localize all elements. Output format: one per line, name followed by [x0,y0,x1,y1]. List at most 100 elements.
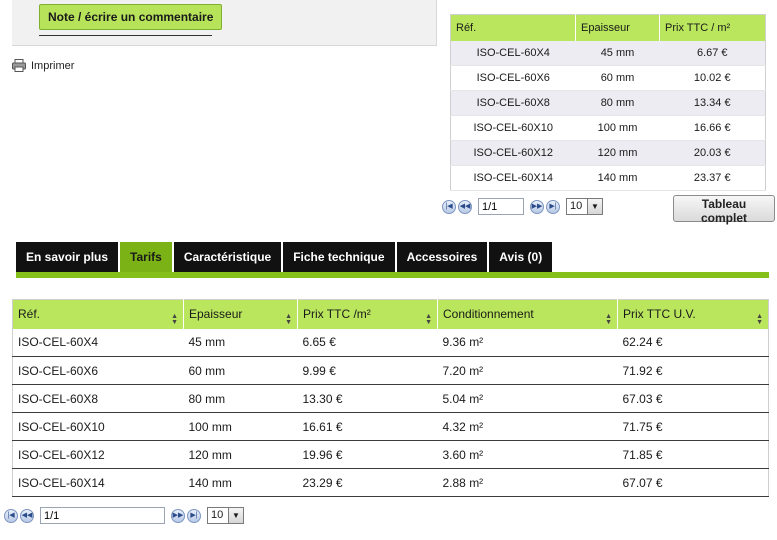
table-cell: 3.60 m² [437,440,618,469]
table-cell: ISO-CEL-60X12 [12,440,184,469]
chevron-down-icon: ▼ [587,199,602,214]
last-page-icon[interactable]: ▶| [187,508,201,523]
per-page-select[interactable]: 10 ▼ [566,198,603,215]
divider [39,35,212,36]
table-row: ISO-CEL-60X14 140 mm 23.37 € [450,165,766,191]
table-cell: 23.29 € [297,468,438,497]
tab-bar: En savoir plus Tarifs Caractéristique Fiche… [16,242,554,272]
table-cell: 80 mm [183,384,298,413]
table-cell: 100 mm [575,115,660,141]
sort-icon: ▲ ▼ [285,312,292,326]
printer-icon [12,59,26,72]
first-page-icon[interactable]: |◀ [442,199,456,214]
table-row: ISO-CEL-60X10 100 mm 16.61 €4.32 m² 71.75 € [12,412,769,441]
write-review-button[interactable]: Note / écrire un commentaire [39,4,223,30]
prev-page-icon[interactable]: ◀◀ [458,199,472,214]
review-panel: Note / écrire un commentaire [12,0,437,46]
full-table-button[interactable]: Tableau complet [673,195,775,225]
per-page-value: 10 [570,200,583,212]
tab-underline [16,272,769,278]
table-cell: ISO-CEL-60X8 [12,384,184,413]
table-cell: 60 mm [183,356,298,385]
table-cell: 100 mm [183,412,298,441]
table-cell: 71.92 € [617,356,769,385]
sort-icon: ▲ ▼ [605,312,612,326]
table-cell: 45 mm [575,40,660,66]
price-table: Réf. ▲ ▼ Epaisseur ▲ ▼ Prix TTC /m² ▲ ▼ Condit… [12,299,769,497]
table-cell: 19.96 € [297,440,438,469]
next-page-icon[interactable]: ▶▶ [530,199,544,214]
tab-4[interactable]: Accessoires [396,242,488,272]
table-cell: 71.75 € [617,412,769,441]
tab-2[interactable]: Caractéristique [173,242,282,272]
table-row: ISO-CEL-60X8 80 mm 13.30 €5.04 m² 67.03 € [12,384,769,413]
table-cell: ISO-CEL-60X12 [450,140,576,166]
chevron-down-icon: ▼ [228,508,243,523]
col-prix-uv[interactable]: Prix TTC U.V. ▲ ▼ [617,299,769,329]
col-prix[interactable]: Prix TTC / m² [659,14,766,41]
table-cell: 62.24 € [617,328,769,357]
table-cell: ISO-CEL-60X14 [450,165,576,191]
tab-3[interactable]: Fiche technique [283,242,395,272]
table-cell: ISO-CEL-60X6 [450,65,576,91]
table-cell: 80 mm [575,90,660,116]
table-row: ISO-CEL-60X4 45 mm 6.65 €9.36 m² 62.24 € [12,328,769,357]
small-table-pager: |◀ ◀◀ ▶▶ ▶| 10 ▼ [442,198,603,215]
prev-page-icon[interactable]: ◀◀ [20,508,34,523]
tab-5[interactable]: Avis (0) [489,242,553,272]
print-link[interactable]: Imprimer [12,59,74,72]
table-cell: 6.67 € [659,40,766,66]
table-cell: 5.04 m² [437,384,618,413]
table-cell: ISO-CEL-60X14 [12,468,184,497]
print-label: Imprimer [31,59,75,72]
per-page-value: 10 [211,509,224,521]
tab-1[interactable]: Tarifs [120,242,172,272]
table-cell: 16.61 € [297,412,438,441]
last-page-icon[interactable]: ▶| [546,199,560,214]
table-row: ISO-CEL-60X6 60 mm 10.02 € [450,65,766,91]
table-cell: ISO-CEL-60X8 [450,90,576,116]
sort-icon: ▲ ▼ [756,312,763,326]
table-row: ISO-CEL-60X6 60 mm 9.99 €7.20 m² 71.92 € [12,356,769,385]
col-ref[interactable]: Réf. [450,14,576,41]
col-prix-m2[interactable]: Prix TTC /m² ▲ ▼ [297,299,438,329]
col-conditionnement[interactable]: Conditionnement ▲ ▼ [437,299,618,329]
col-ref[interactable]: Réf. ▲ ▼ [12,299,184,329]
table-cell: 16.66 € [659,115,766,141]
price-summary-table: Réf. Epaisseur Prix TTC / m² ISO-CEL-60X… [450,14,766,191]
table-row: ISO-CEL-60X12 120 mm 20.03 € [450,140,766,166]
table-cell: 20.03 € [659,140,766,166]
col-epaisseur[interactable]: Epaisseur ▲ ▼ [183,299,298,329]
table-cell: 140 mm [183,468,298,497]
table-cell: ISO-CEL-60X10 [450,115,576,141]
table-cell: ISO-CEL-60X10 [12,412,184,441]
table-cell: 13.34 € [659,90,766,116]
table-cell: ISO-CEL-60X6 [12,356,184,385]
table-cell: 67.03 € [617,384,769,413]
table-cell: ISO-CEL-60X4 [450,40,576,66]
table-cell: 120 mm [183,440,298,469]
next-page-icon[interactable]: ▶▶ [171,508,185,523]
table-cell: 4.32 m² [437,412,618,441]
per-page-select[interactable]: 10 ▼ [207,507,244,524]
table-cell: 60 mm [575,65,660,91]
table-cell: 2.88 m² [437,468,618,497]
table-cell: 6.65 € [297,328,438,357]
table-cell: 7.20 m² [437,356,618,385]
page-input[interactable] [478,198,524,215]
table-cell: 9.99 € [297,356,438,385]
col-epaisseur[interactable]: Epaisseur [575,14,660,41]
table-cell: 71.85 € [617,440,769,469]
first-page-icon[interactable]: |◀ [4,508,18,523]
table-cell: 67.07 € [617,468,769,497]
sort-icon: ▲ ▼ [425,312,432,326]
price-table-pager: |◀ ◀◀ ▶▶ ▶| 10 ▼ [4,507,244,524]
table-cell: 45 mm [183,328,298,357]
table-cell: 10.02 € [659,65,766,91]
table-row: ISO-CEL-60X10 100 mm 16.66 € [450,115,766,141]
tab-0[interactable]: En savoir plus [16,242,119,272]
sort-icon: ▲ ▼ [171,312,178,326]
page-input[interactable] [40,507,165,524]
table-cell: 9.36 m² [437,328,618,357]
table-row: ISO-CEL-60X8 80 mm 13.34 € [450,90,766,116]
